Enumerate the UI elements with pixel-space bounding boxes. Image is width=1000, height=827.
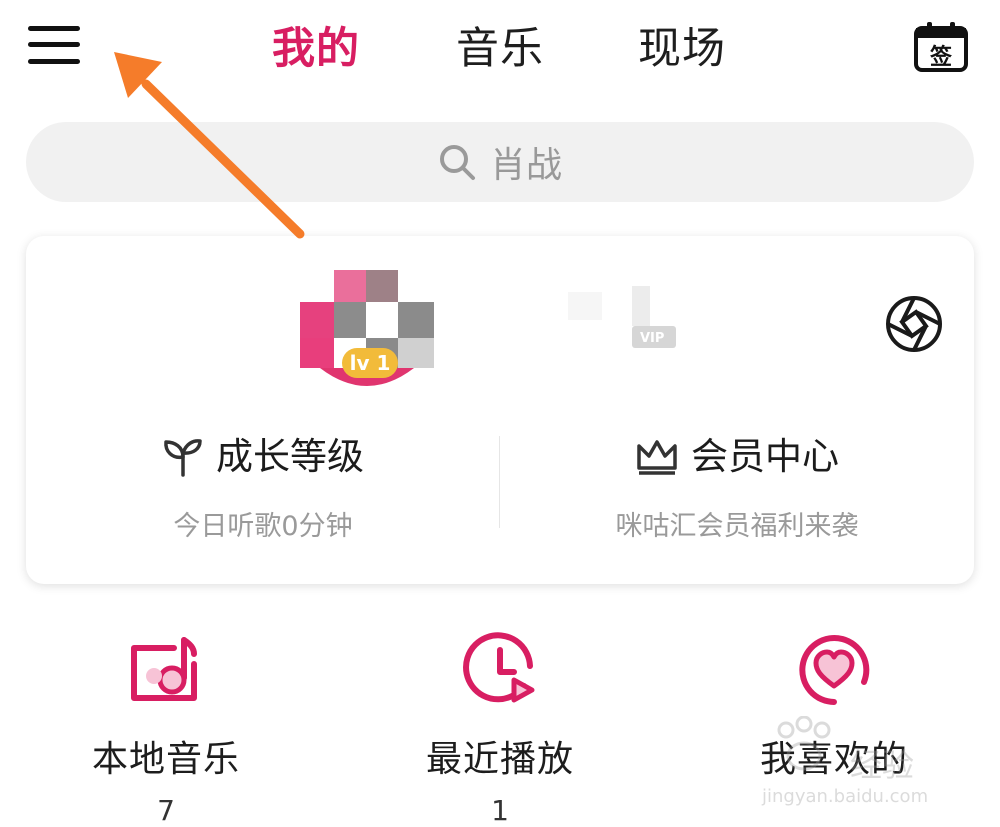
sprout-icon [164,439,202,477]
local-music-entry[interactable]: 本地音乐 7 [0,630,332,827]
growth-level-title: 成长等级 [216,435,364,478]
local-music-label: 本地音乐 [91,739,240,780]
recent-play-label: 最近播放 [425,739,574,780]
level-badge: lv 1 [342,348,398,378]
scan-button[interactable] [884,294,944,354]
recent-play-entry[interactable]: 最近播放 1 [334,630,666,827]
member-center-entry[interactable]: 会员中心 咪咕汇会员福利来袭 [500,432,974,543]
profile-card: lv 1 VIP 成长等级 今日听歌0分钟 会员中心 咪咕汇会员福利来袭 [26,236,974,584]
local-music-icon [131,637,197,701]
search-bar[interactable]: 肖战 [26,122,974,202]
checkin-calendar-button[interactable]: 签 [912,20,970,74]
tab-live[interactable]: 现场 [638,20,726,78]
tab-mine[interactable]: 我的 [272,20,360,78]
favorites-label: 我喜欢的 [759,739,908,780]
aperture-icon [886,296,942,352]
recent-play-count: 1 [491,794,509,827]
tab-music[interactable]: 音乐 [456,20,544,78]
member-center-subtitle: 咪咕汇会员福利来袭 [615,511,859,542]
heart-favorite-icon [799,635,870,705]
search-placeholder: 肖战 [489,145,562,186]
crown-icon [637,440,677,475]
search-icon [439,145,475,180]
favorites-entry[interactable]: 我喜欢的 [668,630,1000,794]
menu-button[interactable] [26,22,82,70]
recent-play-icon [463,632,535,703]
growth-level-subtitle: 今日听歌0分钟 [173,511,353,542]
growth-level-entry[interactable]: 成长等级 今日听歌0分钟 [26,432,500,543]
vip-label: VIP [640,331,664,346]
member-center-title: 会员中心 [691,435,839,478]
calendar-checkin-icon: 签 [914,22,968,72]
local-music-count: 7 [157,794,175,827]
menu-icon [28,26,80,31]
vip-status: VIP [566,286,686,356]
checkin-label: 签 [929,44,953,70]
